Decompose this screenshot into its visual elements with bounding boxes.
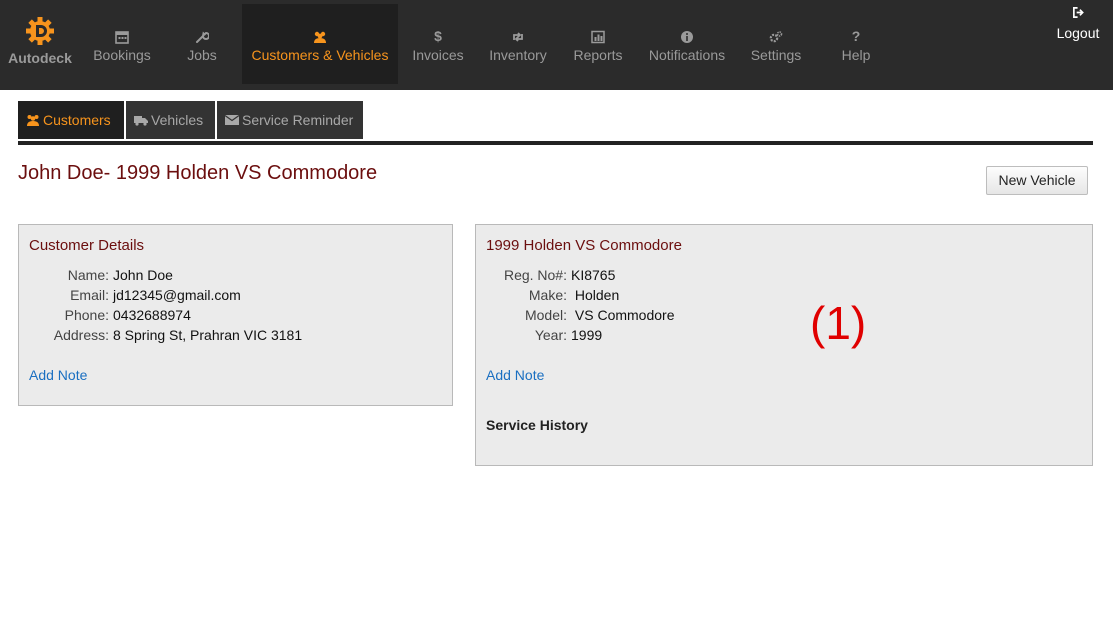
sign-out-icon	[1046, 6, 1110, 24]
vehicle-details-panel: 1999 Holden VS Commodore Reg. No#: KI8765…	[475, 224, 1093, 466]
nav-label: Settings	[750, 47, 802, 63]
wrench-icon	[172, 26, 232, 46]
brand[interactable]: Autodeck	[6, 16, 74, 66]
customer-name-row: Name: John Doe	[29, 265, 173, 285]
truck-icon	[134, 116, 148, 126]
vehicle-add-note-link[interactable]: Add Note	[486, 367, 544, 383]
retweet-icon	[482, 26, 554, 46]
autodeck-logo-icon	[26, 17, 54, 45]
bar-chart-icon	[566, 26, 630, 46]
nav-label: Bookings	[93, 47, 151, 63]
vehicle-reg-value: KI8765	[571, 267, 616, 283]
tab-service-reminder[interactable]: Service Reminder	[217, 101, 363, 139]
vehicle-make-row: Make: Holden	[486, 285, 619, 305]
customer-address-value: 8 Spring St, Prahran VIC 3181	[113, 327, 303, 343]
question-icon: ?	[851, 28, 861, 44]
nav-item-reports[interactable]: Reports	[566, 4, 630, 84]
nav-item-bookings[interactable]: Bookings	[84, 4, 160, 84]
nav-label: Reports	[573, 47, 623, 63]
nav-item-invoices[interactable]: $ Invoices	[404, 4, 472, 84]
nav-item-inventory[interactable]: Inventory	[482, 4, 554, 84]
nav-label: Notifications	[648, 47, 726, 63]
nav-item-customers-vehicles[interactable]: Customers & Vehicles	[242, 4, 398, 84]
customer-phone-value: 0432688974	[113, 307, 191, 323]
tab-label: Customers	[43, 112, 111, 128]
tab-label: Service Reminder	[242, 112, 354, 128]
field-label: Name:	[67, 267, 109, 283]
gears-icon	[742, 26, 810, 46]
new-vehicle-button[interactable]: New Vehicle	[986, 166, 1088, 195]
field-label: Email:	[70, 287, 109, 303]
tab-vehicles[interactable]: Vehicles	[126, 101, 215, 139]
customer-add-note-link[interactable]: Add Note	[29, 367, 87, 383]
page-title: John Doe- 1999 Holden VS Commodore	[18, 162, 378, 184]
vehicle-reg-row: Reg. No#: KI8765	[486, 265, 615, 285]
dollar-icon: $	[434, 28, 442, 44]
customer-email-row: Email: jd12345@gmail.com	[29, 285, 241, 305]
nav-item-settings[interactable]: Settings	[742, 4, 810, 84]
annotation-label: (1)	[810, 297, 867, 349]
vehicle-title: 1999 Holden VS Commodore	[486, 237, 682, 254]
customer-details-title: Customer Details	[29, 237, 145, 254]
nav-label: Help	[841, 47, 871, 63]
customer-details-panel: Customer Details Name: John Doe Email: jd1…	[18, 224, 453, 406]
nav-item-jobs[interactable]: Jobs	[172, 4, 232, 84]
field-label: Address:	[53, 327, 109, 343]
top-navbar: Autodeck Bookings Jobs Customers & Vehic…	[0, 0, 1113, 90]
customer-email-value: jd12345@gmail.com	[113, 287, 241, 303]
field-label: Model:	[524, 307, 567, 323]
calendar-icon	[84, 26, 160, 46]
vehicle-model-value: VS Commodore	[571, 307, 675, 323]
users-icon	[27, 115, 39, 126]
logout-button[interactable]: Logout	[1046, 6, 1110, 41]
customer-address-row: Address: 8 Spring St, Prahran VIC 3181	[29, 325, 302, 345]
nav-item-notifications[interactable]: Notifications	[642, 4, 732, 84]
nav-label: Customers & Vehicles	[251, 47, 389, 63]
field-label: Make:	[528, 287, 567, 303]
nav-label: Jobs	[187, 47, 217, 63]
vehicle-model-row: Model: VS Commodore	[486, 305, 675, 325]
vehicle-make-value: Holden	[571, 287, 620, 303]
info-icon	[642, 26, 732, 46]
tab-label: Vehicles	[151, 112, 204, 128]
field-label: Phone:	[64, 307, 109, 323]
tab-divider	[18, 141, 1093, 145]
tab-customers[interactable]: Customers	[18, 101, 124, 139]
envelope-icon	[224, 115, 240, 125]
nav-item-help[interactable]: ? Help	[826, 4, 886, 84]
customer-phone-row: Phone: 0432688974	[29, 305, 191, 325]
customer-name-value: John Doe	[113, 267, 173, 283]
brand-name: Autodeck	[8, 50, 72, 66]
logout-label: Logout	[1056, 25, 1100, 41]
service-history-heading: Service History	[486, 417, 588, 433]
vehicle-year-row: Year: 1999	[486, 325, 602, 345]
vehicle-year-value: 1999	[571, 327, 603, 343]
field-label: Reg. No#:	[503, 267, 567, 283]
nav-label: Inventory	[489, 47, 547, 63]
users-icon	[242, 26, 398, 46]
field-label: Year:	[534, 327, 567, 343]
nav-label: Invoices	[412, 47, 464, 63]
